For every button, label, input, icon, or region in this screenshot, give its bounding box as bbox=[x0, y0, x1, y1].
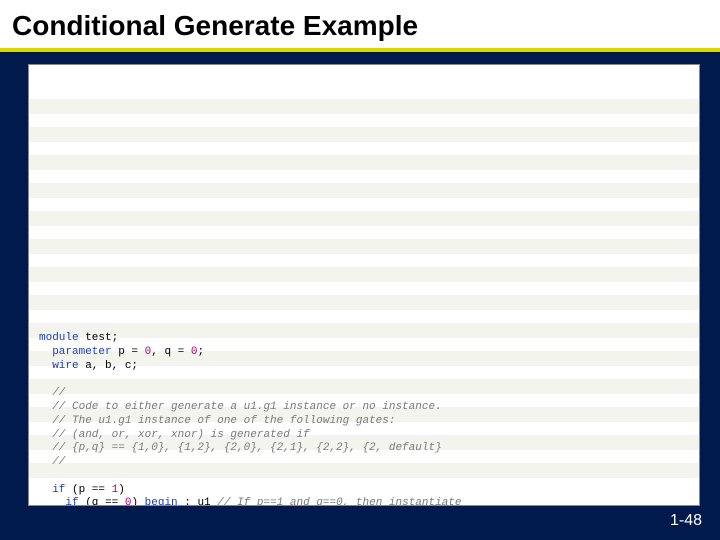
comment: // Code to either generate a u1.g1 insta… bbox=[52, 401, 441, 413]
kw-wire: wire bbox=[52, 360, 78, 372]
comment: // (and, or, xor, xnor) is generated if bbox=[52, 429, 309, 441]
kw-module: module bbox=[39, 332, 79, 344]
comment: // bbox=[52, 456, 65, 468]
page-number: 1-48 bbox=[670, 512, 702, 530]
slide: Conditional Generate Example module test… bbox=[0, 0, 720, 540]
slide-title: Conditional Generate Example bbox=[0, 0, 720, 52]
comment: // {p,q} == {1,0}, {1,2}, {2,0}, {2,1}, … bbox=[52, 442, 441, 454]
comment: // The u1.g1 instance of one of the foll… bbox=[52, 415, 395, 427]
code-content: module test; parameter p = 0, q = 0; wir… bbox=[39, 319, 691, 507]
code-block: module test; parameter p = 0, q = 0; wir… bbox=[28, 64, 700, 506]
comment: // bbox=[52, 387, 65, 399]
kw-parameter: parameter bbox=[52, 346, 111, 358]
kw-if: if bbox=[52, 484, 65, 496]
